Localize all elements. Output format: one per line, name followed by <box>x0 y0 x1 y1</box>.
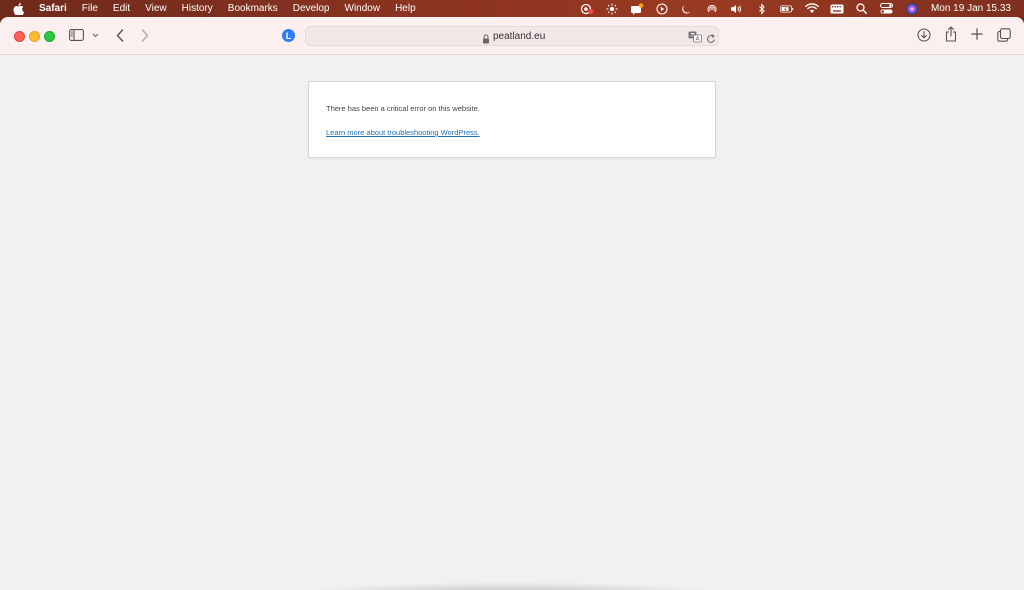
sidebar-toggle-icon[interactable] <box>68 28 84 42</box>
address-bar[interactable]: peatland.eu <box>305 26 719 46</box>
reload-icon[interactable] <box>706 31 716 43</box>
wifi-icon[interactable] <box>805 3 819 15</box>
window-maximize-button[interactable] <box>44 31 55 42</box>
downloads-icon[interactable] <box>917 28 931 42</box>
siri-icon[interactable] <box>905 3 919 15</box>
moon-icon[interactable] <box>680 3 694 15</box>
extension-badge-icon[interactable]: L <box>282 29 295 42</box>
spotlight-search-icon[interactable] <box>855 3 869 15</box>
menu-bookmarks[interactable]: Bookmarks <box>228 0 278 17</box>
back-button-icon[interactable] <box>114 28 126 42</box>
menu-app-name[interactable]: Safari <box>39 0 67 17</box>
menu-history[interactable]: History <box>182 0 213 17</box>
web-page-content: There has been a critical error on this … <box>0 55 1024 590</box>
airdrop-icon[interactable] <box>705 3 719 15</box>
chevron-down-icon[interactable] <box>91 31 99 39</box>
address-url: peatland.eu <box>493 31 546 42</box>
browser-toolbar: L peatland.eu <box>0 17 1024 55</box>
window-close-button[interactable] <box>14 31 25 42</box>
translate-icon[interactable] <box>688 30 702 43</box>
troubleshooting-link[interactable]: Learn more about troubleshooting WordPre… <box>326 128 480 137</box>
apple-logo-icon[interactable] <box>13 2 25 15</box>
window-minimize-button[interactable] <box>29 31 40 42</box>
play-circle-icon[interactable] <box>655 2 669 15</box>
window-shadow <box>300 582 720 590</box>
status-area: Mon 19 Jan 15.33 <box>569 0 1024 17</box>
tab-overview-icon[interactable] <box>997 28 1011 42</box>
menu-help[interactable]: Help <box>395 0 416 17</box>
notification-icon[interactable] <box>630 2 644 15</box>
menu-develop[interactable]: Develop <box>293 0 330 17</box>
menu-edit[interactable]: Edit <box>113 0 130 17</box>
menu-view[interactable]: View <box>145 0 167 17</box>
volume-icon[interactable] <box>730 3 744 15</box>
battery-icon[interactable] <box>779 3 794 15</box>
menu-window[interactable]: Window <box>345 0 381 17</box>
safari-window: L peatland.eu There has been a critical … <box>0 17 1024 590</box>
screen-record-icon[interactable] <box>580 3 594 15</box>
critical-error-text: There has been a critical error on this … <box>326 104 480 113</box>
new-tab-icon[interactable] <box>971 28 983 40</box>
control-center-icon[interactable] <box>880 3 894 15</box>
bluetooth-icon[interactable] <box>755 2 769 15</box>
forward-button-icon[interactable] <box>139 28 151 42</box>
error-message-box: There has been a critical error on this … <box>308 81 716 158</box>
menu-bar: Safari File Edit View History Bookmarks … <box>0 0 1024 17</box>
menu-file[interactable]: File <box>82 0 98 17</box>
menu-bar-clock[interactable]: Mon 19 Jan 15.33 <box>931 3 1011 14</box>
lock-icon <box>482 31 490 44</box>
share-icon[interactable] <box>944 26 957 42</box>
brightness-icon[interactable] <box>605 3 619 15</box>
keyboard-icon[interactable] <box>830 3 844 15</box>
